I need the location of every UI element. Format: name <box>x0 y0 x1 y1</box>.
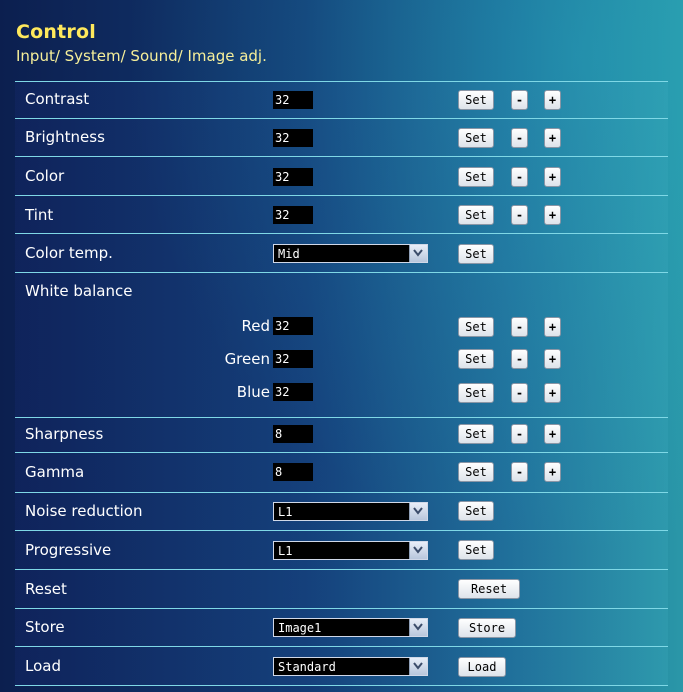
blue-minus-button[interactable]: - <box>511 383 528 403</box>
row-progressive: Progressive L1 Set <box>15 530 668 569</box>
store-button[interactable]: Store <box>458 618 516 638</box>
breadcrumb: Input/ System/ Sound/ Image adj. <box>16 47 267 65</box>
row-sharpness: Sharpness 8 Set - + <box>15 417 668 452</box>
store-selected: Image1 <box>278 621 322 635</box>
contrast-minus-button[interactable]: - <box>511 90 528 110</box>
red-set-button[interactable]: Set <box>458 317 494 337</box>
blue-set-button[interactable]: Set <box>458 383 494 403</box>
gamma-set-button[interactable]: Set <box>458 462 494 482</box>
red-value[interactable]: 32 <box>273 317 313 335</box>
sharpness-minus-button[interactable]: - <box>511 424 528 444</box>
noise-reduction-label: Noise reduction <box>25 502 143 520</box>
color-temp-set-button[interactable]: Set <box>458 244 494 264</box>
tint-minus-button[interactable]: - <box>511 205 528 225</box>
color-temp-select[interactable]: Mid <box>273 244 428 263</box>
gamma-value[interactable]: 8 <box>273 463 313 481</box>
green-minus-button[interactable]: - <box>511 349 528 369</box>
red-label: Red <box>241 317 271 335</box>
row-color: Color 32 Set - + <box>15 156 668 195</box>
color-set-button[interactable]: Set <box>458 167 494 187</box>
row-contrast: Contrast 32 Set - + <box>15 81 668 118</box>
brightness-set-button[interactable]: Set <box>458 128 494 148</box>
color-plus-button[interactable]: + <box>544 167 561 187</box>
control-panel: Control Input/ System/ Sound/ Image adj.… <box>0 0 683 692</box>
store-label: Store <box>25 618 65 636</box>
green-plus-button[interactable]: + <box>544 349 561 369</box>
progressive-set-button[interactable]: Set <box>458 540 494 560</box>
brightness-plus-button[interactable]: + <box>544 128 561 148</box>
page-title: Control <box>16 21 96 43</box>
noise-reduction-set-button[interactable]: Set <box>458 501 494 521</box>
load-selected: Standard <box>278 660 336 674</box>
white-balance-label: White balance <box>25 282 133 300</box>
green-label: Green <box>224 350 270 368</box>
row-tint: Tint 32 Set - + <box>15 195 668 233</box>
progressive-selected: L1 <box>278 544 293 558</box>
noise-reduction-select[interactable]: L1 <box>273 502 428 521</box>
load-select[interactable]: Standard <box>273 657 428 676</box>
row-load: Load Standard Load <box>15 646 668 686</box>
blue-value[interactable]: 32 <box>273 383 313 401</box>
reset-button[interactable]: Reset <box>458 579 520 599</box>
color-minus-button[interactable]: - <box>511 167 528 187</box>
contrast-plus-button[interactable]: + <box>544 90 561 110</box>
row-white-balance: White balance Red 32 Set - + Green 32 Se… <box>15 272 668 417</box>
color-temp-label: Color temp. <box>25 244 113 262</box>
contrast-label: Contrast <box>25 90 90 108</box>
reset-label: Reset <box>25 580 67 598</box>
red-plus-button[interactable]: + <box>544 317 561 337</box>
chevron-down-icon[interactable] <box>409 503 427 520</box>
noise-reduction-selected: L1 <box>278 505 293 519</box>
progressive-select[interactable]: L1 <box>273 541 428 560</box>
row-color-temp: Color temp. Mid Set <box>15 233 668 272</box>
gamma-plus-button[interactable]: + <box>544 462 561 482</box>
progressive-label: Progressive <box>25 541 112 559</box>
row-reset: Reset Reset <box>15 569 668 608</box>
load-label: Load <box>25 657 61 675</box>
row-noise-reduction: Noise reduction L1 Set <box>15 492 668 530</box>
contrast-set-button[interactable]: Set <box>458 90 494 110</box>
chevron-down-icon[interactable] <box>409 542 427 559</box>
tint-value[interactable]: 32 <box>273 206 313 224</box>
contrast-value[interactable]: 32 <box>273 91 313 109</box>
red-minus-button[interactable]: - <box>511 317 528 337</box>
chevron-down-icon[interactable] <box>409 245 427 262</box>
tint-plus-button[interactable]: + <box>544 205 561 225</box>
store-select[interactable]: Image1 <box>273 618 428 637</box>
green-value[interactable]: 32 <box>273 350 313 368</box>
sharpness-label: Sharpness <box>25 425 104 443</box>
brightness-label: Brightness <box>25 128 105 146</box>
tint-set-button[interactable]: Set <box>458 205 494 225</box>
brightness-value[interactable]: 32 <box>273 129 313 147</box>
gamma-label: Gamma <box>25 463 85 481</box>
color-value[interactable]: 32 <box>273 168 313 186</box>
row-store: Store Image1 Store <box>15 608 668 646</box>
sharpness-set-button[interactable]: Set <box>458 424 494 444</box>
blue-label: Blue <box>236 383 270 401</box>
blue-plus-button[interactable]: + <box>544 383 561 403</box>
tint-label: Tint <box>25 206 54 224</box>
chevron-down-icon[interactable] <box>409 658 427 675</box>
chevron-down-icon[interactable] <box>409 619 427 636</box>
brightness-minus-button[interactable]: - <box>511 128 528 148</box>
gamma-minus-button[interactable]: - <box>511 462 528 482</box>
green-set-button[interactable]: Set <box>458 349 494 369</box>
sharpness-plus-button[interactable]: + <box>544 424 561 444</box>
color-temp-selected: Mid <box>278 247 300 261</box>
sharpness-value[interactable]: 8 <box>273 425 313 443</box>
color-label: Color <box>25 167 65 185</box>
row-gamma: Gamma 8 Set - + <box>15 452 668 492</box>
row-brightness: Brightness 32 Set - + <box>15 118 668 156</box>
load-button[interactable]: Load <box>458 657 506 677</box>
